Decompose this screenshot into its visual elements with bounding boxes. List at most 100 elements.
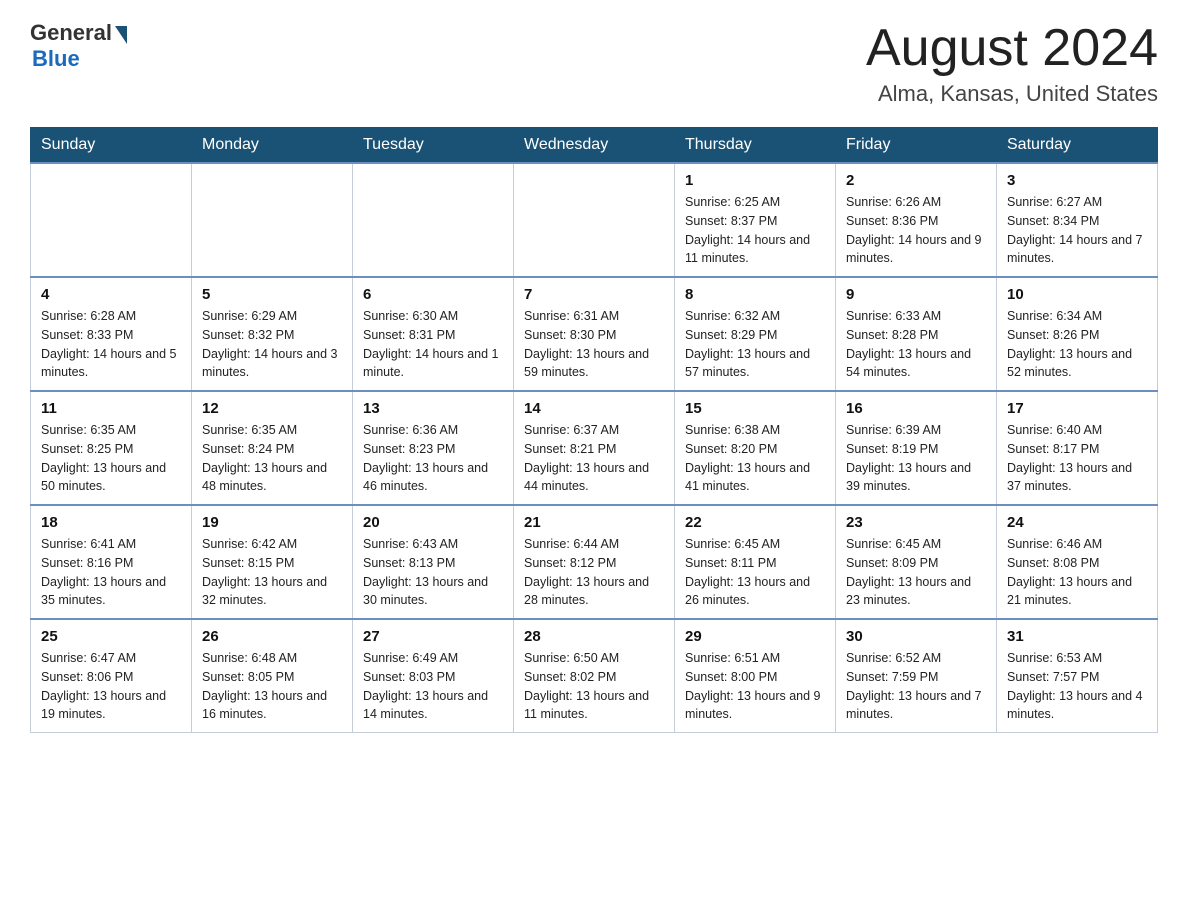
logo-general-text: General — [30, 20, 112, 46]
page-header: General Blue August 2024 Alma, Kansas, U… — [30, 20, 1158, 107]
calendar-cell — [31, 163, 192, 277]
calendar-cell: 5 Sunrise: 6:29 AMSunset: 8:32 PMDaylight… — [192, 277, 353, 391]
calendar-cell — [514, 163, 675, 277]
day-info: Sunrise: 6:48 AMSunset: 8:05 PMDaylight:… — [202, 649, 342, 724]
day-info: Sunrise: 6:52 AMSunset: 7:59 PMDaylight:… — [846, 649, 986, 724]
day-info: Sunrise: 6:43 AMSunset: 8:13 PMDaylight:… — [363, 535, 503, 610]
calendar-cell: 13 Sunrise: 6:36 AMSunset: 8:23 PMDayligh… — [353, 391, 514, 505]
day-info: Sunrise: 6:46 AMSunset: 8:08 PMDaylight:… — [1007, 535, 1147, 610]
day-info: Sunrise: 6:32 AMSunset: 8:29 PMDaylight:… — [685, 307, 825, 382]
day-number: 7 — [524, 286, 664, 303]
calendar-day-header: Friday — [836, 128, 997, 164]
day-info: Sunrise: 6:31 AMSunset: 8:30 PMDaylight:… — [524, 307, 664, 382]
day-number: 28 — [524, 628, 664, 645]
day-info: Sunrise: 6:29 AMSunset: 8:32 PMDaylight:… — [202, 307, 342, 382]
day-info: Sunrise: 6:35 AMSunset: 8:24 PMDaylight:… — [202, 421, 342, 496]
day-number: 15 — [685, 400, 825, 417]
day-info: Sunrise: 6:25 AMSunset: 8:37 PMDaylight:… — [685, 193, 825, 268]
calendar-header-row: SundayMondayTuesdayWednesdayThursdayFrid… — [31, 128, 1158, 164]
calendar-table: SundayMondayTuesdayWednesdayThursdayFrid… — [30, 127, 1158, 733]
day-number: 12 — [202, 400, 342, 417]
calendar-cell: 6Sunrise: 6:30 AMSunset: 8:31 PMDaylight… — [353, 277, 514, 391]
week-row: 4Sunrise: 6:28 AMSunset: 8:33 PMDaylight… — [31, 277, 1158, 391]
day-number: 21 — [524, 514, 664, 531]
calendar-cell: 14 Sunrise: 6:37 AMSunset: 8:21 PMDayligh… — [514, 391, 675, 505]
day-info: Sunrise: 6:41 AMSunset: 8:16 PMDaylight:… — [41, 535, 181, 610]
day-number: 27 — [363, 628, 503, 645]
day-number: 8 — [685, 286, 825, 303]
day-info: Sunrise: 6:27 AMSunset: 8:34 PMDaylight:… — [1007, 193, 1147, 268]
calendar-cell: 16 Sunrise: 6:39 AMSunset: 8:19 PMDayligh… — [836, 391, 997, 505]
calendar-cell: 21 Sunrise: 6:44 AMSunset: 8:12 PMDayligh… — [514, 505, 675, 619]
calendar-day-header: Monday — [192, 128, 353, 164]
day-number: 20 — [363, 514, 503, 531]
calendar-cell: 29 Sunrise: 6:51 AMSunset: 8:00 PMDayligh… — [675, 619, 836, 733]
day-info: Sunrise: 6:35 AMSunset: 8:25 PMDaylight:… — [41, 421, 181, 496]
calendar-cell: 3 Sunrise: 6:27 AMSunset: 8:34 PMDaylight… — [997, 163, 1158, 277]
day-info: Sunrise: 6:36 AMSunset: 8:23 PMDaylight:… — [363, 421, 503, 496]
day-info: Sunrise: 6:37 AMSunset: 8:21 PMDaylight:… — [524, 421, 664, 496]
calendar-cell: 4Sunrise: 6:28 AMSunset: 8:33 PMDaylight… — [31, 277, 192, 391]
calendar-cell: 23 Sunrise: 6:45 AMSunset: 8:09 PMDayligh… — [836, 505, 997, 619]
calendar-cell: 2Sunrise: 6:26 AMSunset: 8:36 PMDaylight… — [836, 163, 997, 277]
calendar-cell: 17 Sunrise: 6:40 AMSunset: 8:17 PMDayligh… — [997, 391, 1158, 505]
day-number: 13 — [363, 400, 503, 417]
day-number: 22 — [685, 514, 825, 531]
day-number: 1 — [685, 172, 825, 189]
week-row: 25Sunrise: 6:47 AMSunset: 8:06 PMDayligh… — [31, 619, 1158, 733]
day-number: 29 — [685, 628, 825, 645]
day-info: Sunrise: 6:50 AMSunset: 8:02 PMDaylight:… — [524, 649, 664, 724]
calendar-cell: 1 Sunrise: 6:25 AMSunset: 8:37 PMDaylight… — [675, 163, 836, 277]
calendar-cell: 7 Sunrise: 6:31 AMSunset: 8:30 PMDaylight… — [514, 277, 675, 391]
calendar-cell: 9Sunrise: 6:33 AMSunset: 8:28 PMDaylight… — [836, 277, 997, 391]
day-number: 30 — [846, 628, 986, 645]
calendar-day-header: Sunday — [31, 128, 192, 164]
calendar-cell: 10Sunrise: 6:34 AMSunset: 8:26 PMDayligh… — [997, 277, 1158, 391]
day-info: Sunrise: 6:44 AMSunset: 8:12 PMDaylight:… — [524, 535, 664, 610]
calendar-cell: 11Sunrise: 6:35 AMSunset: 8:25 PMDayligh… — [31, 391, 192, 505]
calendar-cell: 24 Sunrise: 6:46 AMSunset: 8:08 PMDayligh… — [997, 505, 1158, 619]
calendar-cell: 30 Sunrise: 6:52 AMSunset: 7:59 PMDayligh… — [836, 619, 997, 733]
day-info: Sunrise: 6:42 AMSunset: 8:15 PMDaylight:… — [202, 535, 342, 610]
day-number: 23 — [846, 514, 986, 531]
calendar-cell: 20 Sunrise: 6:43 AMSunset: 8:13 PMDayligh… — [353, 505, 514, 619]
day-number: 16 — [846, 400, 986, 417]
calendar-day-header: Saturday — [997, 128, 1158, 164]
day-number: 5 — [202, 286, 342, 303]
day-info: Sunrise: 6:49 AMSunset: 8:03 PMDaylight:… — [363, 649, 503, 724]
day-info: Sunrise: 6:40 AMSunset: 8:17 PMDaylight:… — [1007, 421, 1147, 496]
calendar-cell: 28 Sunrise: 6:50 AMSunset: 8:02 PMDayligh… — [514, 619, 675, 733]
title-block: August 2024 Alma, Kansas, United States — [866, 20, 1158, 107]
day-number: 31 — [1007, 628, 1147, 645]
day-info: Sunrise: 6:38 AMSunset: 8:20 PMDaylight:… — [685, 421, 825, 496]
day-info: Sunrise: 6:47 AMSunset: 8:06 PMDaylight:… — [41, 649, 181, 724]
day-info: Sunrise: 6:39 AMSunset: 8:19 PMDaylight:… — [846, 421, 986, 496]
day-number: 26 — [202, 628, 342, 645]
day-info: Sunrise: 6:45 AMSunset: 8:09 PMDaylight:… — [846, 535, 986, 610]
day-number: 17 — [1007, 400, 1147, 417]
calendar-cell: 22 Sunrise: 6:45 AMSunset: 8:11 PMDayligh… — [675, 505, 836, 619]
calendar-cell: 19 Sunrise: 6:42 AMSunset: 8:15 PMDayligh… — [192, 505, 353, 619]
day-info: Sunrise: 6:26 AMSunset: 8:36 PMDaylight:… — [846, 193, 986, 268]
location-subtitle: Alma, Kansas, United States — [866, 81, 1158, 107]
day-info: Sunrise: 6:30 AMSunset: 8:31 PMDaylight:… — [363, 307, 503, 382]
day-number: 19 — [202, 514, 342, 531]
week-row: 1 Sunrise: 6:25 AMSunset: 8:37 PMDaylight… — [31, 163, 1158, 277]
calendar-day-header: Tuesday — [353, 128, 514, 164]
day-info: Sunrise: 6:28 AMSunset: 8:33 PMDaylight:… — [41, 307, 181, 382]
day-number: 24 — [1007, 514, 1147, 531]
calendar-day-header: Thursday — [675, 128, 836, 164]
day-number: 9 — [846, 286, 986, 303]
calendar-cell: 12 Sunrise: 6:35 AMSunset: 8:24 PMDayligh… — [192, 391, 353, 505]
day-info: Sunrise: 6:45 AMSunset: 8:11 PMDaylight:… — [685, 535, 825, 610]
day-info: Sunrise: 6:34 AMSunset: 8:26 PMDaylight:… — [1007, 307, 1147, 382]
calendar-cell: 8 Sunrise: 6:32 AMSunset: 8:29 PMDaylight… — [675, 277, 836, 391]
calendar-cell: 26 Sunrise: 6:48 AMSunset: 8:05 PMDayligh… — [192, 619, 353, 733]
calendar-day-header: Wednesday — [514, 128, 675, 164]
month-year-title: August 2024 — [866, 20, 1158, 77]
day-number: 18 — [41, 514, 181, 531]
calendar-cell: 15 Sunrise: 6:38 AMSunset: 8:20 PMDayligh… — [675, 391, 836, 505]
day-number: 3 — [1007, 172, 1147, 189]
day-number: 14 — [524, 400, 664, 417]
day-info: Sunrise: 6:51 AMSunset: 8:00 PMDaylight:… — [685, 649, 825, 724]
